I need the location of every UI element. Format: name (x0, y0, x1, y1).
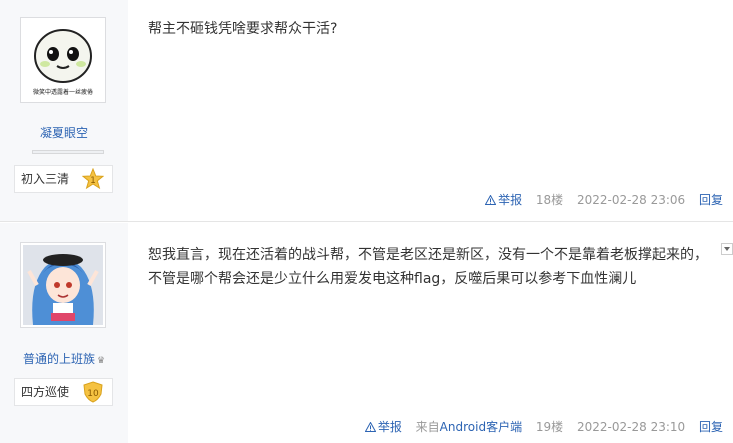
author-sidebar: 普通的上班族 ♛ 四方巡使 10 (0, 223, 128, 443)
post-source: 来自Android客户端 (416, 420, 522, 434)
username-text[interactable]: 凝夏眼空 (40, 126, 88, 140)
content-line: 恕我直言，现在还活着的战斗帮，不管是老区还是新区，没有一个不是靠着老板撑起来的， (148, 247, 708, 263)
post-time: 2022-02-28 23:06 (577, 193, 686, 207)
report-link[interactable]: 举报 (485, 193, 522, 207)
post-content: 恕我直言，现在还活着的战斗帮，不管是老区还是新区，没有一个不是靠着老板撑起来的，… (148, 243, 713, 291)
level-badge[interactable]: 四方巡使 10 (14, 378, 113, 406)
crown-icon: ♛ (96, 356, 106, 366)
source-link[interactable]: Android客户端 (440, 420, 522, 434)
avatar-image (23, 245, 103, 325)
reply-link[interactable]: 回复 (699, 420, 723, 434)
post-content: 帮主不砸钱凭啥要求帮众干活? (148, 17, 713, 41)
level-name: 四方巡使 (21, 385, 70, 399)
avatar-image: 微笑中透露着一丝疲倦 (23, 20, 103, 100)
level-number: 1 (90, 176, 96, 186)
post-19: 普通的上班族 ♛ 四方巡使 10 恕我直言，现在还活着的战斗帮，不管是老区还是新区… (0, 223, 733, 443)
warning-icon (485, 195, 497, 205)
floor-number: 18楼 (535, 193, 564, 207)
reply-link[interactable]: 回复 (699, 193, 723, 207)
source-prefix: 来自 (415, 420, 440, 434)
experience-bar (32, 150, 104, 154)
post-tail: 举报 18楼 2022-02-28 23:06 回复 (475, 191, 723, 208)
level-badge[interactable]: 初入三清 1 (14, 165, 113, 193)
content-line: 帮主不砸钱凭啥要求帮众干活? (148, 21, 338, 37)
content-line: 不管是哪个帮会还是少立什么用爱发电这种flag，反噬后果可以参考下血性澜儿 (148, 271, 637, 287)
level-name: 初入三清 (21, 172, 70, 186)
floor-number: 19楼 (535, 420, 564, 434)
report-link[interactable]: 举报 (364, 420, 402, 434)
post-time: 2022-02-28 23:10 (577, 420, 686, 434)
report-label[interactable]: 举报 (378, 420, 402, 434)
report-label[interactable]: 举报 (498, 193, 522, 207)
level-shield-icon: 10 (83, 381, 103, 403)
username-text[interactable]: 普通的上班族 (23, 352, 95, 366)
author-sidebar: 微笑中透露着一丝疲倦 凝夏眼空 初入三清 1 (0, 0, 128, 221)
avatar[interactable] (20, 242, 106, 328)
post-tail: 举报 来自Android客户端 19楼 2022-02-28 23:10 回复 (355, 418, 723, 435)
avatar[interactable]: 微笑中透露着一丝疲倦 (20, 17, 106, 103)
username[interactable]: 凝夏眼空 (0, 124, 128, 141)
warning-icon (364, 422, 376, 432)
username[interactable]: 普通的上班族 ♛ (0, 350, 128, 367)
level-number: 10 (87, 389, 99, 399)
level-star-icon: 1 (82, 168, 104, 190)
post-menu-dropdown[interactable] (721, 243, 733, 255)
avatar-caption: 微笑中透露着一丝疲倦 (33, 88, 93, 96)
post-18: 微笑中透露着一丝疲倦 凝夏眼空 初入三清 1 帮主不砸钱凭啥要求帮众干活? 举报… (0, 0, 733, 222)
